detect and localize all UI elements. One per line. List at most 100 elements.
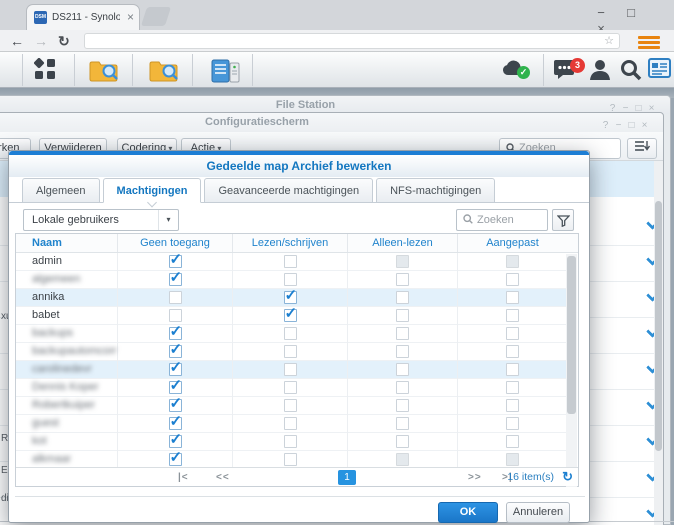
file-station-window-icon[interactable]	[89, 58, 119, 84]
table-row[interactable]: alkmaar	[16, 449, 567, 467]
permission-checkbox-unchecked[interactable]	[283, 453, 297, 466]
permission-checkbox-checked[interactable]	[168, 431, 182, 448]
permission-checkbox-unchecked[interactable]	[506, 327, 519, 340]
permission-checkbox-unchecked[interactable]	[283, 399, 297, 412]
permission-checkbox-checked[interactable]	[168, 359, 182, 376]
permission-checkbox-unchecked[interactable]	[506, 417, 519, 430]
table-row[interactable]: backupautomcomnl..	[16, 341, 567, 361]
browser-window-control[interactable]: −	[586, 5, 616, 21]
permission-checkbox-unchecked[interactable]	[396, 399, 409, 412]
permission-checkbox-unchecked[interactable]	[396, 417, 409, 430]
permission-checkbox-unchecked[interactable]	[396, 345, 409, 358]
permission-checkbox-checked[interactable]	[168, 341, 182, 358]
permission-checkbox-unchecked[interactable]	[283, 345, 297, 358]
back-icon[interactable]: ←	[10, 32, 24, 50]
column-header-2[interactable]: Geen toegang	[117, 234, 232, 252]
permission-checkbox-unchecked[interactable]	[396, 273, 409, 286]
forward-icon[interactable]: →	[34, 32, 48, 50]
table-row[interactable]: Dennis Koper	[16, 377, 567, 397]
list-scrollbar-thumb[interactable]	[655, 201, 662, 451]
file-station-window-icon-2[interactable]	[149, 58, 179, 84]
permission-checkbox-unchecked[interactable]	[506, 363, 519, 376]
table-row[interactable]: backups	[16, 323, 567, 343]
control-panel-titlebar[interactable]: Configuratiescherm	[0, 113, 663, 132]
permission-checkbox-unchecked[interactable]	[168, 309, 182, 322]
table-row[interactable]: kot	[16, 431, 567, 451]
permission-checkbox-unchecked[interactable]	[506, 435, 519, 448]
table-row[interactable]: carolinedevr	[16, 359, 567, 379]
current-page-badge[interactable]: 1	[338, 470, 356, 485]
permission-checkbox-unchecked[interactable]	[506, 345, 519, 358]
column-header-3[interactable]: Lezen/schrijven	[232, 234, 347, 252]
next-page-button[interactable]: >>	[468, 468, 482, 487]
permission-checkbox-unchecked[interactable]	[396, 327, 409, 340]
permission-checkbox-checked[interactable]	[168, 269, 182, 286]
permission-checkbox-unchecked[interactable]	[396, 381, 409, 394]
cancel-button[interactable]: Annuleren	[506, 502, 570, 523]
permission-checkbox-checked[interactable]	[168, 253, 182, 268]
table-row[interactable]: guest	[16, 413, 567, 433]
permission-checkbox-unchecked[interactable]	[506, 273, 519, 286]
permission-checkbox-checked[interactable]	[168, 323, 182, 340]
permission-checkbox-checked[interactable]	[168, 377, 182, 394]
permission-checkbox-unchecked[interactable]	[506, 291, 519, 304]
browser-window-control[interactable]: □	[616, 5, 646, 21]
tab-machtigingen[interactable]: Machtigingen	[102, 178, 202, 203]
column-header-1[interactable]: Naam	[16, 234, 117, 252]
permission-checkbox-checked[interactable]	[168, 413, 182, 430]
column-header-4[interactable]: Alleen-lezen	[347, 234, 457, 252]
permission-checkbox-unchecked[interactable]	[283, 363, 297, 376]
permission-checkbox-unchecked[interactable]	[506, 309, 519, 322]
browser-tab[interactable]: DSM DS211 - Synology DiskSta ×	[26, 4, 140, 30]
table-scrollbar-thumb[interactable]	[567, 256, 576, 414]
user-search-input[interactable]: Zoeken	[456, 209, 548, 231]
control-panel-window-controls[interactable]: ? − □ ×	[599, 115, 651, 133]
column-header-5[interactable]: Aangepast	[457, 234, 567, 252]
cp-window-control[interactable]: ×	[638, 119, 651, 133]
permission-checkbox-unchecked[interactable]	[396, 291, 409, 304]
pilot-view-icon[interactable]	[648, 58, 671, 84]
cp-window-control[interactable]: −	[612, 119, 625, 133]
permission-checkbox-checked[interactable]	[283, 287, 297, 304]
table-row[interactable]: Robertkuiper	[16, 395, 567, 415]
permission-checkbox-unchecked[interactable]	[283, 435, 297, 448]
permission-checkbox-checked[interactable]	[283, 305, 297, 322]
table-scrollbar[interactable]	[566, 254, 577, 487]
prev-page-button[interactable]: <<	[216, 468, 230, 487]
tab-algemeen[interactable]: Algemeen	[22, 178, 100, 203]
table-row[interactable]: babet	[16, 305, 567, 325]
control-panel-window-icon[interactable]	[211, 58, 241, 84]
user-source-dropdown[interactable]: Lokale gebruikers ▾	[23, 209, 179, 231]
permission-checkbox-unchecked[interactable]	[283, 417, 297, 430]
cp-window-control[interactable]: □	[625, 119, 638, 133]
permission-checkbox-unchecked[interactable]	[506, 381, 519, 394]
permission-checkbox-unchecked[interactable]	[283, 327, 297, 340]
ok-button[interactable]: OK	[438, 502, 498, 523]
permission-checkbox-unchecked[interactable]	[396, 435, 409, 448]
permission-checkbox-checked[interactable]	[168, 449, 182, 466]
permission-checkbox-unchecked[interactable]	[396, 363, 409, 376]
new-tab-button[interactable]	[140, 7, 172, 26]
tab-geavanceerde-machtigingen[interactable]: Geavanceerde machtigingen	[204, 178, 374, 203]
browser-menu-icon[interactable]	[638, 36, 660, 51]
permission-checkbox-unchecked[interactable]	[283, 381, 297, 394]
permission-checkbox-unchecked[interactable]	[283, 273, 297, 286]
reload-icon[interactable]: ↻	[58, 32, 70, 50]
list-scrollbar[interactable]	[654, 161, 663, 525]
refresh-icon[interactable]: ↻	[562, 468, 573, 486]
filter-funnel-button[interactable]	[552, 209, 574, 231]
tab-nfs-machtigingen[interactable]: NFS-machtigingen	[376, 178, 496, 203]
permission-checkbox-unchecked[interactable]	[168, 291, 182, 304]
user-account-icon[interactable]	[588, 58, 612, 84]
bookmark-star-icon[interactable]: ☆	[604, 35, 614, 48]
sort-button[interactable]	[627, 138, 657, 159]
permission-checkbox-unchecked[interactable]	[283, 255, 297, 268]
search-icon[interactable]	[619, 58, 643, 84]
address-bar[interactable]: ☆	[84, 33, 620, 49]
tab-close-icon[interactable]: ×	[127, 10, 134, 24]
permission-checkbox-unchecked[interactable]	[396, 309, 409, 322]
cp-window-control[interactable]: ?	[599, 119, 612, 133]
permission-checkbox-checked[interactable]	[168, 395, 182, 412]
permission-checkbox-unchecked[interactable]	[506, 399, 519, 412]
table-row[interactable]: admin	[16, 253, 567, 271]
